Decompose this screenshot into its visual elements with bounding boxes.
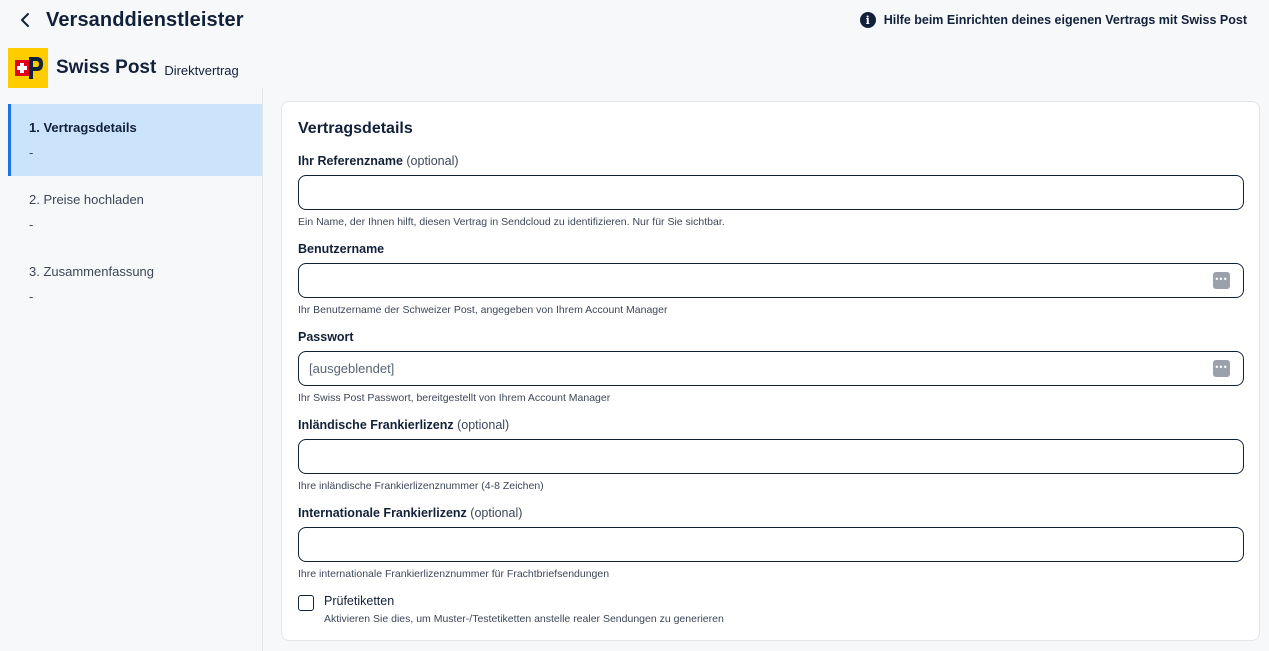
field-label-text: Inländische Frankierlizenz <box>298 418 454 432</box>
step-subtext: - <box>29 145 34 160</box>
password-manager-icon[interactable]: ••• <box>1213 360 1230 377</box>
password-manager-icon[interactable]: ••• <box>1213 272 1230 289</box>
checkbox-text: Prüfetiketten Aktivieren Sie dies, um Mu… <box>324 594 724 625</box>
carrier-header: Swiss Post Direktvertrag <box>8 48 239 88</box>
step-zusammenfassung[interactable]: 3. Zusammenfassung - <box>8 248 262 320</box>
help-link[interactable]: i Hilfe beim Einrichten deines eigenen V… <box>859 12 1247 28</box>
field-hint: Ihr Benutzername der Schweizer Post, ang… <box>298 304 668 316</box>
field-hint: Ihre internationale Frankierlizenznummer… <box>298 568 610 580</box>
checkbox-hint: Aktivieren Sie dies, um Muster-/Testetik… <box>324 613 724 625</box>
step-label: 2. Preise hochladen <box>29 192 144 207</box>
field-label: Benutzername <box>298 242 1243 256</box>
header-left: Versanddienstleister <box>16 9 244 32</box>
field-hint: Ihre inländische Frankierlizenznummer (4… <box>298 480 544 492</box>
page-title: Versanddienstleister <box>46 8 244 31</box>
step-subtext: - <box>29 217 34 232</box>
field-label: Passwort <box>298 330 1243 344</box>
field-label: Inländische Frankierlizenz (optional) <box>298 418 1243 432</box>
page-header: Versanddienstleister i Hilfe beim Einric… <box>0 0 1269 40</box>
optional-tag: (optional) <box>406 154 459 168</box>
username-field: Benutzername ••• Ihr Benutzername der Sc… <box>298 242 1244 316</box>
reference-name-input[interactable] <box>298 175 1244 210</box>
username-input[interactable] <box>298 263 1244 298</box>
field-label: Internationale Frankierlizenz (optional) <box>298 506 1243 520</box>
step-label: 1. Vertragsdetails <box>29 120 137 135</box>
test-labels-checkbox[interactable] <box>298 595 314 611</box>
swiss-post-logo-mark <box>8 48 48 88</box>
step-preise-hochladen[interactable]: 2. Preise hochladen - <box>8 176 262 248</box>
field-label: Ihr Referenzname (optional) <box>298 154 1243 168</box>
international-license-input[interactable] <box>298 527 1244 562</box>
swiss-post-logo <box>8 48 48 88</box>
optional-tag: (optional) <box>457 418 510 432</box>
steps-sidebar: 1. Vertragsdetails - 2. Preise hochladen… <box>8 88 263 651</box>
field-label-text: Internationale Frankierlizenz <box>298 506 467 520</box>
carrier-name: Swiss Post <box>56 57 157 78</box>
password-input[interactable] <box>298 351 1244 386</box>
carrier-subtitle: Direktvertrag <box>164 62 239 78</box>
international-license-field: Internationale Frankierlizenz (optional)… <box>298 506 1244 580</box>
input-wrapper <box>298 175 1244 210</box>
step-subtext: - <box>29 289 34 304</box>
field-hint: Ein Name, der Ihnen hilft, diesen Vertra… <box>298 216 725 228</box>
field-label-text: Benutzername <box>298 242 385 256</box>
domestic-license-input[interactable] <box>298 439 1244 474</box>
step-label: 3. Zusammenfassung <box>29 264 155 279</box>
field-label-text: Passwort <box>298 330 354 344</box>
info-icon: i <box>859 12 876 28</box>
optional-tag: (optional) <box>470 506 523 520</box>
test-labels-row: Prüfetiketten Aktivieren Sie dies, um Mu… <box>298 594 1243 625</box>
input-wrapper: ••• <box>298 351 1244 386</box>
domestic-license-field: Inländische Frankierlizenz (optional) Ih… <box>298 418 1244 492</box>
field-label-text: Ihr Referenzname <box>298 154 403 168</box>
contract-details-card: Vertragsdetails Ihr Referenzname (option… <box>281 101 1260 641</box>
chevron-left-icon <box>21 13 29 27</box>
help-link-text: Hilfe beim Einrichten deines eigenen Ver… <box>883 13 1247 27</box>
back-button[interactable] <box>16 9 34 31</box>
password-field: Passwort ••• Ihr Swiss Post Passwort, be… <box>298 330 1244 404</box>
field-hint: Ihr Swiss Post Passwort, bereitgestellt … <box>298 392 611 404</box>
form-title: Vertragsdetails <box>298 120 413 137</box>
step-vertragsdetails[interactable]: 1. Vertragsdetails - <box>8 104 262 176</box>
input-wrapper: ••• <box>298 263 1244 298</box>
input-wrapper <box>298 439 1244 474</box>
reference-name-field: Ihr Referenzname (optional) Ein Name, de… <box>298 154 1244 228</box>
checkbox-label[interactable]: Prüfetiketten <box>324 594 724 608</box>
input-wrapper <box>298 527 1244 562</box>
